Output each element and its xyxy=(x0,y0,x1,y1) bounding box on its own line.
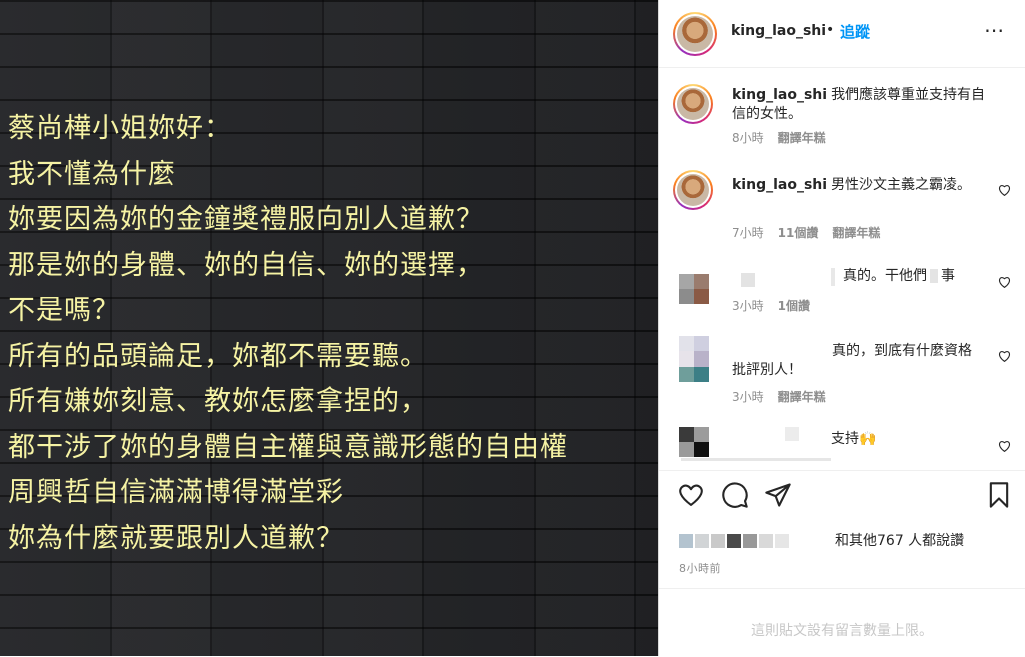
comment-likes[interactable]: 1個讚 xyxy=(778,299,810,313)
comments-list[interactable]: king_lao_shi 我們應該尊重並支持有自信的女性。 8小時 翻譯年糕 kin… xyxy=(659,68,1025,460)
comment-caption: king_lao_shi 我們應該尊重並支持有自信的女性。 8小時 翻譯年糕 xyxy=(659,84,1025,154)
comment-time: 3小時 xyxy=(732,299,764,313)
translate-link[interactable]: 翻譯年糕 xyxy=(778,131,826,145)
more-options-icon[interactable]: ⋯ xyxy=(984,18,1005,42)
comment-time: 7小時 xyxy=(732,226,764,240)
heart-icon[interactable] xyxy=(998,276,1011,289)
comment-body: 真的。干他們 xyxy=(843,268,927,284)
save-bookmark-icon[interactable] xyxy=(985,481,1013,509)
poem-line: 都干涉了妳的身體自主權與意識形態的自由權 xyxy=(8,431,568,463)
comment-meta: 7小時 11個讚 翻譯年糕 xyxy=(732,224,880,241)
heart-icon[interactable] xyxy=(998,350,1011,363)
translate-link[interactable]: 翻譯年糕 xyxy=(778,390,826,404)
post-sidebar: king_lao_shi • 追蹤 ⋯ king_lao_shi 我們應該尊重並支… xyxy=(658,0,1025,656)
comment-item: 支持🙌 xyxy=(659,424,1025,460)
comment-meta: 3小時 1個讚 xyxy=(732,297,810,314)
comment-body: 支持🙌 xyxy=(831,431,877,447)
comment-text: 支持🙌 xyxy=(831,430,931,449)
comment-item: king_lao_shi 男性沙文主義之霸凌。 7小時 11個讚 翻譯年糕 xyxy=(659,170,1025,240)
comment-username[interactable]: king_lao_shi xyxy=(732,87,827,103)
post-image: 蔡尚樺小姐妳好： 我不懂為什麼 妳要因為妳的金鐘獎禮服向別人道歉？ 那是妳的身體… xyxy=(0,0,658,656)
redacted-username xyxy=(741,273,755,287)
poem-line: 妳要因為妳的金鐘獎禮服向別人道歉？ xyxy=(8,204,484,235)
likes-row: 和其他767 人都說讚 xyxy=(659,526,1025,556)
commenter-avatar[interactable] xyxy=(679,274,709,304)
share-paper-plane-icon[interactable] xyxy=(764,481,792,509)
comment-body-end: 事 xyxy=(941,268,955,284)
comment-text: 真的，到底有什麼資格批評別人！ xyxy=(732,342,972,380)
poem-line: 蔡尚樺小姐妳好： xyxy=(8,113,232,144)
poem-line: 所有嫌妳刻意、教妳怎麼拿捏的， xyxy=(8,386,428,417)
poem-line: 我不懂為什麼 xyxy=(8,158,176,190)
post-actions xyxy=(659,470,1025,521)
post-timestamp: 8小時前 xyxy=(679,562,721,575)
comment-username[interactable]: king_lao_shi xyxy=(732,177,827,193)
like-heart-icon[interactable] xyxy=(677,481,705,509)
comment-text: king_lao_shi 我們應該尊重並支持有自信的女性。 xyxy=(732,86,992,124)
comment-time: 3小時 xyxy=(732,390,764,404)
comment-meta: 8小時 翻譯年糕 xyxy=(732,129,826,146)
commenter-avatar[interactable] xyxy=(673,170,713,210)
poem-line: 周興哲自信滿滿博得滿堂彩 xyxy=(8,477,344,508)
post-image-text: 蔡尚樺小姐妳好： 我不懂為什麼 妳要因為妳的金鐘獎禮服向別人道歉？ 那是妳的身體… xyxy=(8,106,568,561)
author-username[interactable]: king_lao_shi xyxy=(731,23,826,39)
comment-bubble-icon[interactable] xyxy=(721,481,749,509)
poem-line: 不是嗎？ xyxy=(8,295,120,326)
comment-input-area: 這則貼文設有留言數量上限。 xyxy=(659,588,1025,657)
separator-dot: • xyxy=(826,22,835,38)
comment-likes[interactable]: 11個讚 xyxy=(778,226,819,240)
author-avatar[interactable] xyxy=(673,12,717,56)
commenter-avatar[interactable] xyxy=(679,336,709,382)
heart-icon[interactable] xyxy=(998,440,1011,453)
comment-item: 真的，到底有什麼資格批評別人！ 3小時 翻譯年糕 xyxy=(659,336,1025,406)
poem-line: 妳為什麼就要跟別人道歉？ xyxy=(8,522,344,554)
translate-link[interactable]: 翻譯年糕 xyxy=(832,226,880,240)
heart-icon[interactable] xyxy=(998,184,1011,197)
likes-count[interactable]: 和其他767 人都說讚 xyxy=(835,530,964,550)
comment-body: 男性沙文主義之霸凌。 xyxy=(831,177,972,193)
poem-line: 所有的品頭論足，妳都不需要聽。 xyxy=(8,340,428,372)
comment-limit-notice: 這則貼文設有留言數量上限。 xyxy=(751,623,933,639)
redacted-text xyxy=(831,268,835,286)
comments-scrollbar[interactable] xyxy=(681,458,831,461)
poem-line: 那是妳的身體、妳的自信、妳的選擇， xyxy=(8,249,484,281)
follow-button[interactable]: 追蹤 xyxy=(840,21,870,42)
redacted-username xyxy=(785,427,799,441)
comment-text: 真的。干他們事 xyxy=(843,267,963,286)
comment-meta: 3小時 翻譯年糕 xyxy=(732,388,826,405)
commenter-avatar[interactable] xyxy=(673,84,713,124)
post-header: king_lao_shi • 追蹤 ⋯ xyxy=(659,0,1025,68)
comment-body: 真的，到底有什麼資格批評別人！ xyxy=(732,343,972,378)
commenter-avatar[interactable] xyxy=(679,427,709,457)
comment-item: 真的。干他們事 3小時 1個讚 xyxy=(659,266,1025,326)
redacted-liker-avatars xyxy=(679,534,789,548)
comment-time: 8小時 xyxy=(732,131,764,145)
comment-text: king_lao_shi 男性沙文主義之霸凌。 xyxy=(732,176,992,195)
